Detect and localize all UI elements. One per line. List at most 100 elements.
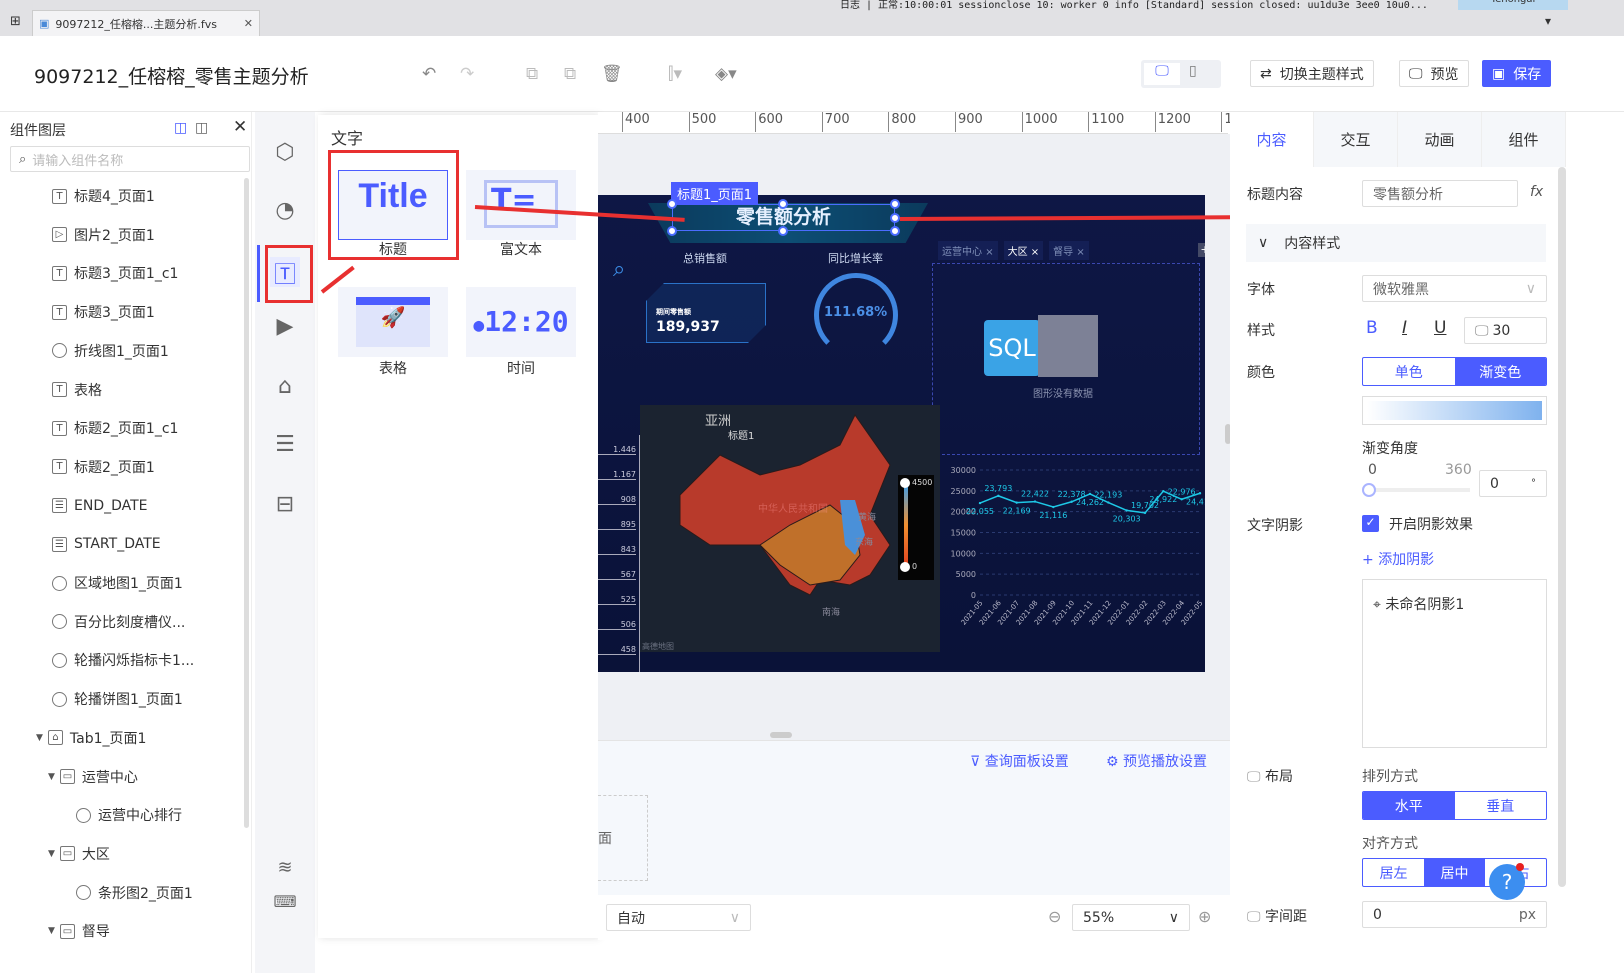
slider-handle[interactable] [1362, 483, 1376, 497]
vertical-option[interactable]: 垂直 [1455, 792, 1547, 819]
font-select[interactable]: 微软雅黑 ∨ [1362, 275, 1547, 302]
archive-icon[interactable]: ⊟ [270, 492, 300, 522]
data-point[interactable] [1162, 489, 1165, 493]
bold-button[interactable]: B [1366, 318, 1378, 338]
layout-toggle-icon[interactable]: ◫ [174, 120, 187, 136]
data-point[interactable] [997, 494, 1000, 498]
layer-item[interactable]: T 标题2_页面1 [52, 455, 155, 479]
layer-item[interactable]: ▼ ▭ 督导 [48, 919, 110, 943]
layer-search-input[interactable]: ⌕ 请输入组件名称 [10, 146, 250, 172]
widget-category-icon[interactable]: ☰ [270, 432, 300, 462]
dropdown-icon[interactable]: ▾ [1545, 14, 1551, 28]
data-point[interactable] [1180, 498, 1183, 501]
horizontal-option[interactable]: 水平 [1363, 792, 1455, 819]
layer-item[interactable]: 轮播饼图1_页面1 [52, 687, 183, 711]
user-badge[interactable]: Tehongai [1458, 0, 1568, 10]
layer-item[interactable]: ☰ START_DATE [52, 532, 161, 556]
close-icon[interactable]: × [985, 247, 993, 258]
data-point[interactable] [1143, 511, 1147, 515]
copy-icon[interactable]: ⧉ [526, 64, 538, 84]
query-panel-settings-button[interactable]: ⊽ 查询面板设置 [970, 751, 1069, 771]
resize-handle[interactable] [778, 226, 788, 236]
close-icon[interactable]: × [1076, 247, 1084, 258]
dashboard-tab[interactable]: 运营中心 × [938, 241, 998, 260]
mobile-icon[interactable]: ▯ [1189, 63, 1197, 79]
layer-item[interactable]: 条形图2_页面1 [76, 881, 193, 905]
expand-caret-icon[interactable]: ▼ [48, 772, 55, 782]
resize-handle[interactable] [890, 226, 900, 236]
layer-item[interactable]: 百分比刻度槽仪... [52, 610, 185, 634]
tab-0[interactable]: 内容 [1230, 112, 1314, 167]
resize-handle[interactable] [667, 226, 677, 236]
add-tab-icon[interactable]: + [1198, 243, 1205, 257]
fit-mode-select[interactable]: 自动 ∨ [606, 904, 751, 931]
layer-item[interactable]: T 标题2_页面1_c1 [52, 416, 178, 440]
file-tab[interactable]: ▣ 9097212_任榕榕...主题分析.fvs ✕ [32, 10, 260, 36]
expand-caret-icon[interactable]: ▼ [48, 849, 55, 859]
desktop-icon[interactable]: 🖵 [1144, 63, 1180, 85]
paste-icon[interactable]: ⧉ [564, 64, 576, 84]
underline-button[interactable]: U [1434, 318, 1446, 338]
layer-item[interactable]: 轮播闪烁指标卡1... [52, 648, 194, 672]
layer-item[interactable]: ▷ 图片2_页面1 [52, 223, 155, 247]
delete-icon[interactable]: 🗑 [601, 64, 623, 84]
layer-item[interactable]: ▼ ⌂ Tab1_页面1 [36, 726, 146, 750]
align-icon[interactable]: ⫿▾ [668, 64, 682, 84]
layer-order-icon[interactable]: ◈▾ [715, 64, 737, 84]
zoom-select[interactable]: 55% ∨ [1072, 904, 1190, 931]
resize-handle[interactable] [890, 213, 900, 223]
time-component[interactable]: ●12:20 [466, 287, 576, 357]
data-point[interactable] [978, 501, 982, 505]
save-button[interactable]: ▣ 保存 [1482, 60, 1552, 87]
layer-item[interactable]: ▼ ▭ 运营中心 [48, 765, 138, 789]
props-scrollbar[interactable] [1558, 167, 1566, 887]
layers-icon[interactable]: ≋ [270, 857, 300, 887]
preview-button[interactable]: 🖵 预览 [1399, 60, 1469, 87]
keyboard-icon[interactable]: ⌨ [270, 892, 300, 922]
layer-item[interactable]: 区域地图1_页面1 [52, 571, 183, 595]
canvas-hscroll[interactable] [770, 732, 792, 738]
gradient-bar[interactable] [1367, 401, 1542, 420]
media-category-icon[interactable]: ▶ [270, 314, 300, 344]
tab-2[interactable]: 动画 [1398, 112, 1482, 167]
zoom-in-icon[interactable]: ⊕ [1198, 907, 1211, 926]
angle-slider[interactable] [1362, 483, 1470, 497]
add-shadow-button[interactable]: + 添加阴影 [1362, 549, 1434, 569]
layer-item[interactable]: T 标题3_页面1_c1 [52, 261, 178, 285]
undo-icon[interactable]: ↶ [422, 64, 436, 84]
legend-handle-max[interactable] [900, 478, 910, 488]
close-tab-icon[interactable]: ✕ [244, 17, 253, 30]
layer-scrollbar[interactable] [244, 178, 249, 828]
layer-item[interactable]: 运营中心排行 [76, 803, 182, 827]
data-point[interactable] [1088, 492, 1092, 496]
close-icon[interactable]: × [1031, 247, 1039, 258]
data-point[interactable] [1015, 501, 1018, 504]
data-point[interactable] [1198, 492, 1202, 495]
title-content-input[interactable]: 零售额分析 [1362, 180, 1518, 207]
resize-handle[interactable] [890, 199, 900, 209]
tab-container-icon[interactable]: ⌂ [270, 374, 300, 404]
3d-cube-icon[interactable]: ⬡ [270, 140, 300, 170]
gradient-picker[interactable] [1362, 396, 1547, 425]
layer-item[interactable]: T 标题4_页面1 [52, 184, 155, 208]
data-point[interactable] [1052, 505, 1055, 509]
layer-item[interactable]: ☰ END_DATE [52, 494, 148, 518]
shadow-checkbox[interactable]: ✓ [1362, 515, 1379, 532]
italic-button[interactable]: I [1402, 318, 1407, 338]
tab-1[interactable]: 交互 [1314, 112, 1398, 167]
data-point[interactable] [1125, 509, 1128, 512]
app-menu-icon[interactable]: ⊞ [10, 14, 21, 29]
switch-theme-button[interactable]: ⇄ 切换主题样式 [1250, 60, 1374, 87]
close-panel-icon[interactable]: ✕ [233, 117, 247, 137]
layer-item[interactable]: 折线图1_页面1 [52, 339, 169, 363]
font-size-input[interactable]: 🖵 30 [1464, 317, 1547, 344]
redo-icon[interactable]: ↷ [460, 64, 474, 84]
query-placeholder[interactable]: 面 [598, 795, 648, 881]
layer-item[interactable]: T 表格 [52, 378, 102, 402]
legend-handle-min[interactable] [900, 562, 910, 572]
dashboard-tab[interactable]: 督导 × [1049, 241, 1089, 260]
chart-category-icon[interactable]: ◔ [270, 198, 300, 228]
data-point[interactable] [1107, 501, 1110, 504]
resize-handle[interactable] [667, 199, 677, 209]
tab-3[interactable]: 组件 [1482, 112, 1566, 167]
